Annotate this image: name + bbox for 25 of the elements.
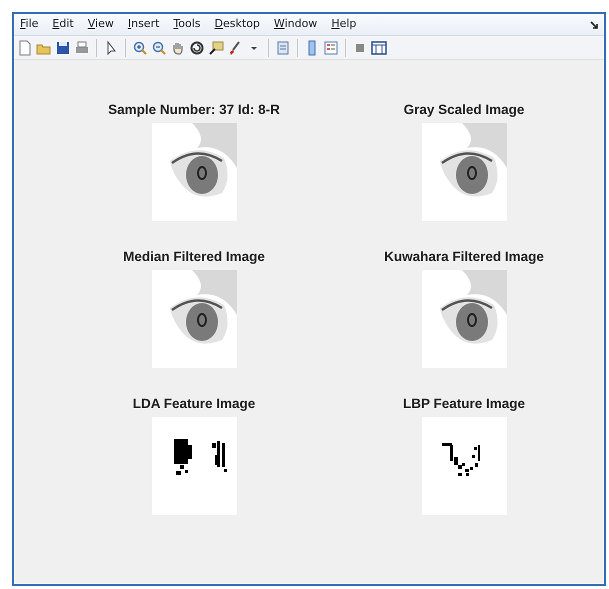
- plot-title: LDA Feature Image: [132, 396, 256, 412]
- menu-item[interactable]: File: [20, 16, 38, 33]
- zoom-out-icon[interactable]: [151, 40, 167, 56]
- menu-item[interactable]: View: [88, 16, 114, 33]
- menu-item[interactable]: Edit: [52, 16, 74, 33]
- rotate-icon[interactable]: [189, 40, 205, 56]
- menu-item[interactable]: Window: [274, 16, 318, 33]
- plot-title: Sample Number: 37 Id: 8-R: [108, 102, 280, 118]
- plot-title: Median Filtered Image: [123, 249, 265, 265]
- save-icon[interactable]: [55, 40, 71, 56]
- window-icon[interactable]: [371, 40, 387, 56]
- menu-item[interactable]: Tools: [173, 16, 201, 33]
- plot-title: Kuwahara Filtered Image: [384, 249, 544, 265]
- plot-title: LBP Feature Image: [402, 396, 526, 412]
- dock-arrow-icon[interactable]: [590, 20, 598, 28]
- menu-item[interactable]: Desktop: [214, 16, 260, 33]
- data-cursor-icon[interactable]: [208, 40, 224, 56]
- new-file-icon[interactable]: [17, 40, 33, 56]
- link-icon[interactable]: [275, 40, 291, 56]
- menu-item[interactable]: Insert: [128, 16, 160, 33]
- legend-icon[interactable]: [323, 40, 339, 56]
- print-icon[interactable]: [74, 40, 90, 56]
- plot-title: Gray Scaled Image: [404, 102, 524, 118]
- zoom-in-icon[interactable]: [132, 40, 148, 56]
- menu-item[interactable]: Help: [331, 16, 356, 33]
